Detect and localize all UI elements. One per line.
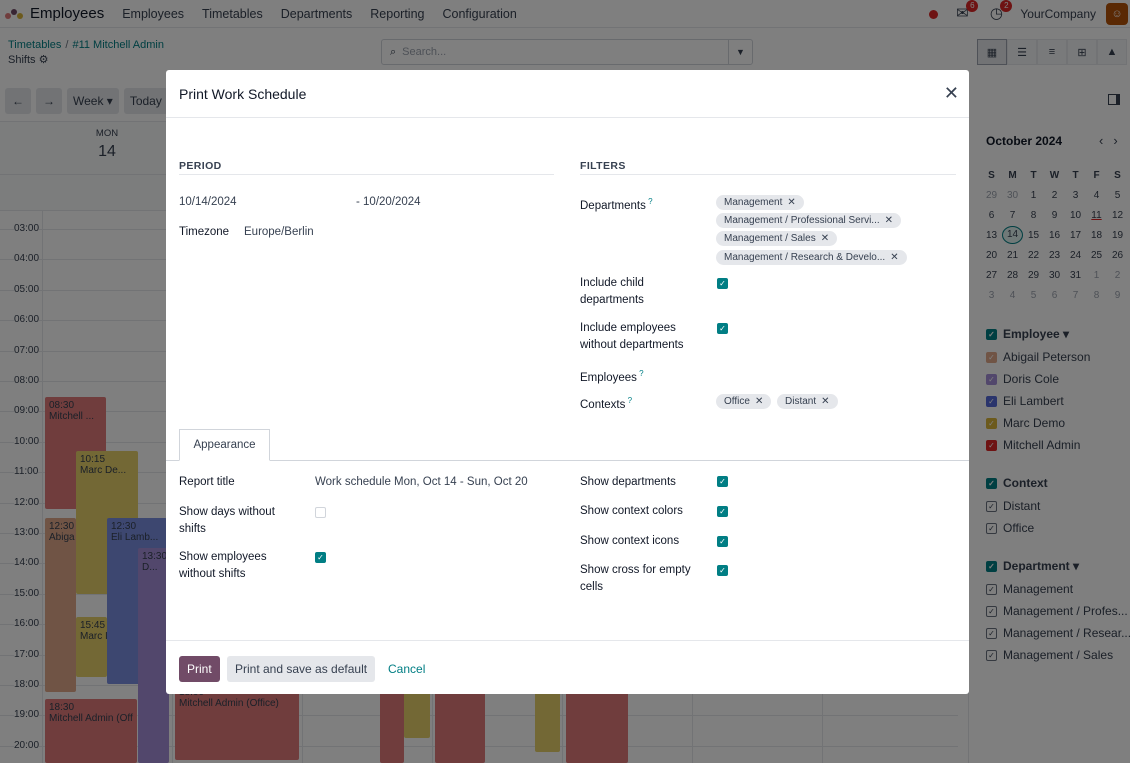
show-context-colors-label: Show context colors <box>580 505 683 517</box>
contexts-label-text: Contexts <box>580 398 626 411</box>
department-tag: Management / Professional Servi... ✕ <box>716 213 902 228</box>
show-days-label: Show days without shifts <box>179 506 275 535</box>
show-context-colors-checkbox[interactable]: ✓ <box>717 506 728 517</box>
show-cross-checkbox[interactable]: ✓ <box>717 565 728 576</box>
tag-label: Management <box>724 197 783 208</box>
context-tag: Office ✕ <box>716 394 772 409</box>
include-child-checkbox[interactable]: ✓ <box>717 278 728 289</box>
include-without-dept-label: Include employees without departments <box>580 322 684 351</box>
print-schedule-dialog: Print Work Schedule ✕ PERIOD 10/14/2024 … <box>166 70 969 694</box>
dialog-footer: Print Print and save as default Cancel <box>166 640 969 694</box>
departments-label-text: Departments <box>580 199 646 212</box>
tag-label: Management / Professional Servi... <box>724 215 880 226</box>
period-start-field[interactable]: 10/14/2024 <box>179 196 237 208</box>
help-icon[interactable]: ? <box>646 197 652 206</box>
remove-tag-icon[interactable]: ✕ <box>787 197 795 208</box>
show-context-icons-label: Show context icons <box>580 535 680 547</box>
print-button[interactable]: Print <box>179 656 220 682</box>
show-cross-label: Show cross for empty cells <box>580 564 691 593</box>
report-title-field[interactable]: Work schedule Mon, Oct 14 - Sun, Oct 20 <box>315 476 528 488</box>
period-end-field[interactable]: - 10/20/2024 <box>356 196 421 208</box>
print-save-default-button[interactable]: Print and save as default <box>227 656 376 682</box>
employees-input[interactable] <box>716 364 956 382</box>
timezone-select[interactable]: Europe/Berlin <box>244 226 314 238</box>
tab-appearance[interactable]: Appearance <box>179 429 270 461</box>
remove-tag-icon[interactable]: ✕ <box>821 396 829 407</box>
show-departments-label: Show departments <box>580 476 676 488</box>
tag-label: Distant <box>785 396 817 407</box>
dialog-header: Print Work Schedule ✕ <box>166 70 969 118</box>
report-title-label: Report title <box>179 476 235 488</box>
close-icon[interactable]: ✕ <box>944 83 959 104</box>
cancel-button[interactable]: Cancel <box>380 656 433 682</box>
contexts-label: Contexts ? <box>580 392 632 414</box>
include-without-dept-checkbox[interactable]: ✓ <box>717 323 728 334</box>
include-child-label: Include child departments <box>580 277 644 306</box>
context-tag: Distant ✕ <box>777 394 838 409</box>
employees-label: Employees ? <box>580 365 644 387</box>
remove-tag-icon[interactable]: ✕ <box>885 215 893 226</box>
remove-tag-icon[interactable]: ✕ <box>755 396 763 407</box>
timezone-label: Timezone <box>179 226 230 238</box>
filters-heading: FILTERS <box>580 160 626 172</box>
employees-label-text: Employees <box>580 371 637 384</box>
departments-label: Departments ? <box>580 193 653 215</box>
department-tag: Management / Research & Develo... ✕ <box>716 250 907 265</box>
remove-tag-icon[interactable]: ✕ <box>890 252 898 263</box>
show-days-checkbox[interactable] <box>315 507 326 518</box>
tag-label: Management / Research & Develo... <box>724 252 886 263</box>
period-heading: PERIOD <box>179 160 222 172</box>
help-icon[interactable]: ? <box>637 369 643 378</box>
tag-label: Office <box>724 396 750 407</box>
show-departments-checkbox[interactable]: ✓ <box>717 476 728 487</box>
show-employees-checkbox[interactable]: ✓ <box>315 552 326 563</box>
department-tag: Management / Sales ✕ <box>716 231 838 246</box>
dialog-title: Print Work Schedule <box>179 86 307 102</box>
help-icon[interactable]: ? <box>625 396 632 405</box>
remove-tag-icon[interactable]: ✕ <box>821 233 829 244</box>
department-tag: Management ✕ <box>716 195 804 210</box>
show-context-icons-checkbox[interactable]: ✓ <box>717 536 728 547</box>
show-employees-label: Show employees without shifts <box>179 551 267 580</box>
tag-label: Management / Sales <box>724 233 816 244</box>
